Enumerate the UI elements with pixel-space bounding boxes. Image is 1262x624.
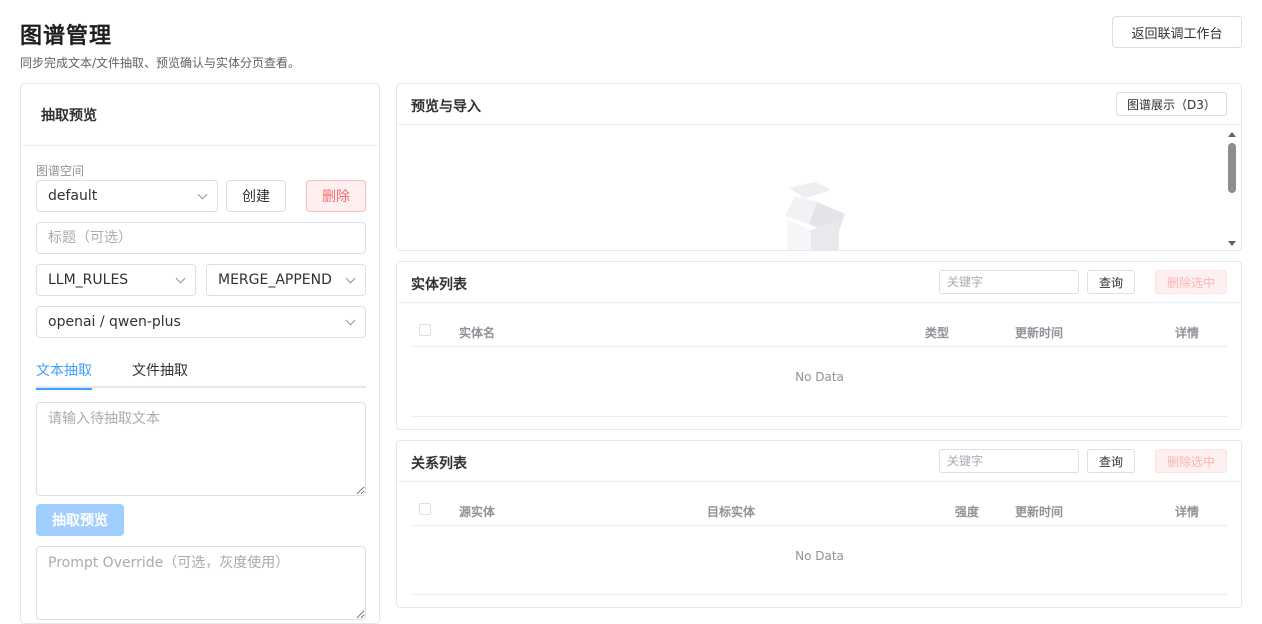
- tab-text-extract[interactable]: 文本抽取: [36, 352, 92, 390]
- relation-col-target: 目标实体: [707, 505, 756, 519]
- relation-table-header: 源实体 目标实体 强度 更新时间 详情: [411, 482, 1228, 526]
- graph-display-button[interactable]: 图谱展示（D3）: [1116, 92, 1227, 116]
- relation-query-button[interactable]: 查询: [1087, 449, 1135, 473]
- relation-card-title: 关系列表: [411, 456, 467, 472]
- page-subtitle: 同步完成文本/文件抽取、预览确认与实体分页查看。: [20, 56, 301, 70]
- entity-card-header: 实体列表 查询 删除选中: [397, 262, 1241, 303]
- relation-delete-selected-button[interactable]: 删除选中: [1155, 449, 1227, 473]
- space-label: 图谱空间: [36, 164, 85, 178]
- chevron-down-icon: [175, 273, 186, 283]
- extract-tabs: 文本抽取 文件抽取: [36, 352, 366, 390]
- model-select[interactable]: openai / qwen-plus: [36, 306, 366, 338]
- space-select-value: default: [48, 188, 98, 204]
- prompt-override-input[interactable]: [36, 546, 366, 620]
- chevron-down-icon: [345, 315, 356, 325]
- relation-keyword-input[interactable]: [939, 449, 1079, 473]
- merge-mode-select[interactable]: MERGE_APPEND: [206, 264, 366, 296]
- relation-col-updated: 更新时间: [1015, 505, 1064, 519]
- extract-panel-title: 抽取预览: [21, 84, 379, 146]
- back-to-workbench-button[interactable]: 返回联调工作台: [1112, 16, 1242, 48]
- merge-mode-value: MERGE_APPEND: [218, 272, 332, 288]
- empty-box-icon: [785, 182, 845, 250]
- entity-keyword-input[interactable]: [939, 270, 1079, 294]
- chevron-down-icon: [345, 273, 356, 283]
- preview-import-card: 预览与导入 图谱展示（D3）: [396, 83, 1242, 251]
- relation-col-detail: 详情: [1175, 505, 1200, 519]
- entity-list-card: 实体列表 查询 删除选中 实体名 类型 更新时间 详情 No Data: [396, 261, 1242, 430]
- entity-card-title: 实体列表: [411, 277, 467, 293]
- title-input[interactable]: [36, 222, 366, 254]
- create-space-button[interactable]: 创建: [226, 180, 286, 212]
- chevron-down-icon: [197, 189, 208, 199]
- entity-empty-text: No Data: [795, 370, 844, 384]
- entity-col-detail: 详情: [1175, 326, 1200, 340]
- extract-preview-button[interactable]: 抽取预览: [36, 504, 124, 536]
- entity-select-all-checkbox[interactable]: [419, 324, 431, 336]
- entity-col-name: 实体名: [459, 326, 496, 340]
- delete-space-button[interactable]: 删除: [306, 180, 366, 212]
- scroll-up-arrow-icon[interactable]: [1228, 132, 1236, 137]
- preview-scrollbar[interactable]: [1227, 132, 1237, 246]
- entity-col-type: 类型: [925, 326, 950, 340]
- entity-col-updated: 更新时间: [1015, 326, 1064, 340]
- entity-delete-selected-button[interactable]: 删除选中: [1155, 270, 1227, 294]
- extract-mode-select[interactable]: LLM_RULES: [36, 264, 196, 296]
- extract-text-input[interactable]: [36, 402, 366, 496]
- preview-card-header: 预览与导入 图谱展示（D3）: [397, 84, 1241, 125]
- preview-card-title: 预览与导入: [411, 99, 481, 115]
- entity-query-button[interactable]: 查询: [1087, 270, 1135, 294]
- extract-mode-value: LLM_RULES: [48, 272, 129, 288]
- relation-select-all-checkbox[interactable]: [419, 503, 431, 515]
- tab-file-extract[interactable]: 文件抽取: [132, 352, 188, 388]
- relation-col-source: 源实体: [459, 505, 496, 519]
- space-select[interactable]: default: [36, 180, 218, 212]
- relation-empty-text: No Data: [795, 549, 844, 563]
- scroll-down-arrow-icon[interactable]: [1228, 241, 1236, 246]
- relation-col-strength: 强度: [955, 505, 980, 519]
- entity-table-header: 实体名 类型 更新时间 详情: [411, 303, 1228, 347]
- page-title: 图谱管理: [20, 24, 113, 49]
- entity-table-bottom-border: [411, 416, 1228, 417]
- extract-panel: 抽取预览 图谱空间 default 创建 删除 LLM_RULES MERGE_…: [20, 83, 380, 624]
- relation-table-bottom-border: [411, 594, 1228, 595]
- relation-list-card: 关系列表 查询 删除选中 源实体 目标实体 强度 更新时间 详情 No Data: [396, 440, 1242, 608]
- model-select-value: openai / qwen-plus: [48, 314, 181, 330]
- scroll-thumb[interactable]: [1228, 143, 1236, 193]
- relation-card-header: 关系列表 查询 删除选中: [397, 441, 1241, 482]
